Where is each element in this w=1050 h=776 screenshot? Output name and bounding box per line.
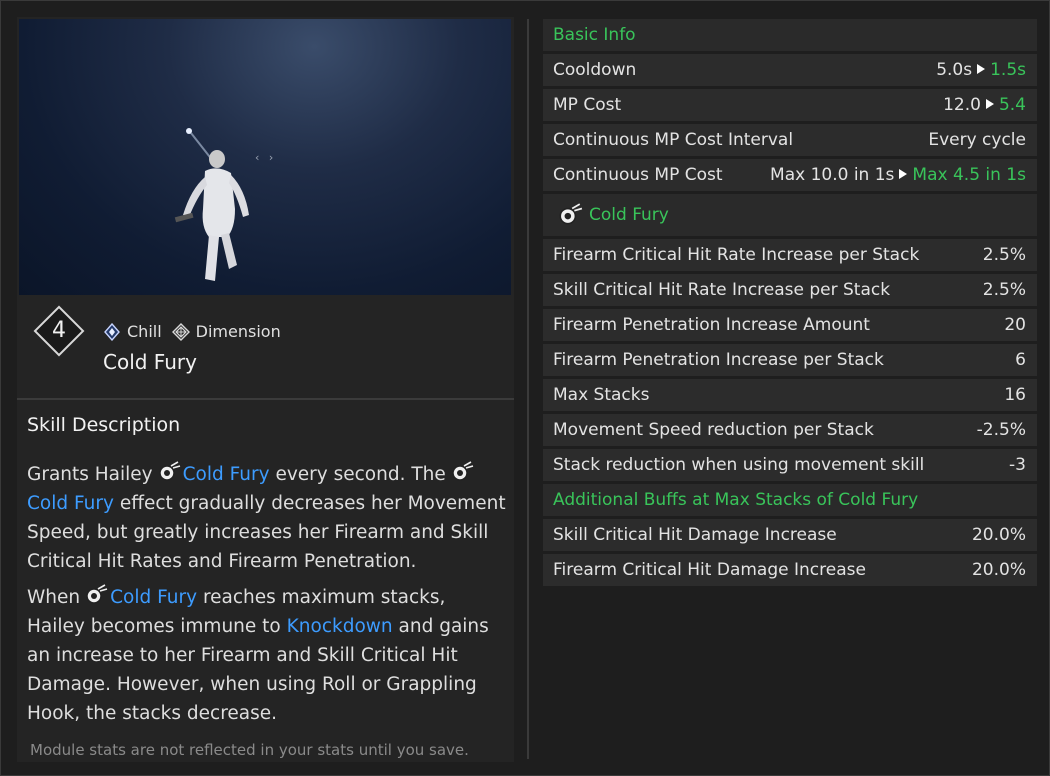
stat-label: Firearm Critical Hit Rate Increase per S… (553, 245, 920, 265)
effect-row: Skill Critical Hit Rate Increase per Sta… (543, 274, 1037, 306)
stat-value: 2.5% (982, 280, 1026, 300)
tag-chill-label: Chill (127, 322, 162, 341)
dimension-arche-icon (171, 322, 190, 341)
stat-label: MP Cost (553, 95, 622, 115)
stat-value: Max 10.0 in 1s Max 4.5 in 1s (770, 165, 1026, 185)
stat-value: 16 (1004, 385, 1026, 405)
skill-name: Cold Fury (103, 350, 197, 374)
effect-row: Firearm Penetration Increase Amount 20 (543, 309, 1037, 341)
skill-tags: Chill Dimension (103, 322, 281, 341)
skill-description-title: Skill Description (27, 414, 181, 436)
skill-description-text: Grants Hailey Cold Fury every second. The… (27, 460, 507, 735)
stat-value: 6 (1015, 350, 1026, 370)
section-divider (17, 398, 514, 400)
cold-fury-icon (158, 461, 180, 481)
stat-label: Max Stacks (553, 385, 650, 405)
stat-label: Continuous MP Cost (553, 165, 723, 185)
stat-label: Firearm Penetration Increase per Stack (553, 350, 884, 370)
cold-fury-icon (452, 461, 473, 481)
keyword-cold-fury[interactable]: Cold Fury (27, 493, 114, 514)
stat-row-mp-cost: MP Cost 12.0 5.4 (543, 89, 1037, 121)
skill-level-number: 4 (52, 318, 66, 343)
stat-value: -2.5% (976, 420, 1026, 440)
stat-row-cooldown: Cooldown 5.0s 1.5s (543, 54, 1037, 86)
panel-separator (527, 19, 529, 759)
basic-info-header: Basic Info (543, 19, 1037, 51)
description-paragraph-2: When Cold Fury reaches maximum stacks, Ha… (27, 583, 507, 728)
chill-element-icon (104, 322, 120, 341)
max-stack-buffs-header: Additional Buffs at Max Stacks of Cold F… (543, 484, 1037, 516)
tag-chill: Chill (103, 322, 162, 341)
stat-value: 20.0% (971, 560, 1026, 580)
effect-row: Firearm Penetration Increase per Stack 6 (543, 344, 1037, 376)
stat-value: 20 (1004, 315, 1026, 335)
skill-detail-window: ‹ › 4 Chill Dimension Cold Fury Skill De… (0, 0, 1050, 776)
keyword-cold-fury[interactable]: Cold Fury (110, 587, 197, 608)
stat-value: 20.0% (971, 525, 1026, 545)
tag-dimension: Dimension (171, 322, 281, 341)
module-stats-footnote: Module stats are not reflected in your s… (30, 741, 469, 759)
stat-row-continuous-mp-cost: Continuous MP Cost Max 10.0 in 1s Max 4.5… (543, 159, 1037, 191)
stat-label: Movement Speed reduction per Stack (553, 420, 874, 440)
cold-fury-icon (86, 584, 108, 604)
stat-value: 12.0 5.4 (943, 95, 1026, 115)
stat-label: Skill Critical Hit Rate Increase per Sta… (553, 280, 891, 300)
buff-row: Firearm Critical Hit Damage Increase 20.0… (543, 554, 1037, 586)
stat-label: Skill Critical Hit Damage Increase (553, 525, 837, 545)
skill-info-panel: ‹ › 4 Chill Dimension Cold Fury Skill De… (17, 17, 514, 762)
stat-label: Firearm Critical Hit Damage Increase (553, 560, 866, 580)
effect-row: Max Stacks 16 (543, 379, 1037, 411)
tag-dimension-label: Dimension (195, 322, 281, 341)
stat-value: Every cycle (928, 130, 1026, 150)
stat-label: Continuous MP Cost Interval (553, 130, 794, 150)
arrow-right-icon (899, 169, 908, 179)
effect-row: Movement Speed reduction per Stack -2.5% (543, 414, 1037, 446)
stat-value: 5.0s 1.5s (936, 60, 1026, 80)
cold-fury-header: Cold Fury (543, 194, 1037, 236)
drag-rotate-hint: ‹ › (255, 151, 277, 164)
stat-value: 2.5% (982, 245, 1026, 265)
buff-row: Skill Critical Hit Damage Increase 20.0% (543, 519, 1037, 551)
stat-row-continuous-mp-interval: Continuous MP Cost Interval Every cycle (543, 124, 1037, 156)
effect-row: Stack reduction when using movement skil… (543, 449, 1037, 481)
stat-label: Cooldown (553, 60, 637, 80)
skill-stats-panel: Basic Info Cooldown 5.0s 1.5s MP Cost 12.… (543, 19, 1037, 589)
effect-row: Firearm Critical Hit Rate Increase per S… (543, 239, 1037, 271)
stat-value: -3 (1009, 455, 1026, 475)
cold-fury-icon (559, 203, 583, 225)
character-figure-image (174, 128, 249, 281)
keyword-knockdown[interactable]: Knockdown (287, 616, 393, 637)
arrow-right-icon (985, 99, 994, 109)
skill-level-badge: 4 (33, 305, 85, 357)
stat-label: Firearm Penetration Increase Amount (553, 315, 870, 335)
description-paragraph-1: Grants Hailey Cold Fury every second. The… (27, 460, 507, 576)
keyword-cold-fury[interactable]: Cold Fury (183, 464, 270, 485)
skill-preview-video[interactable]: ‹ › (19, 19, 511, 295)
arrow-right-icon (977, 64, 986, 74)
cold-fury-stat-list: Firearm Critical Hit Rate Increase per S… (543, 239, 1037, 481)
max-stack-buff-list: Skill Critical Hit Damage Increase 20.0% F… (543, 519, 1037, 586)
stat-label: Stack reduction when using movement skil… (553, 455, 925, 475)
